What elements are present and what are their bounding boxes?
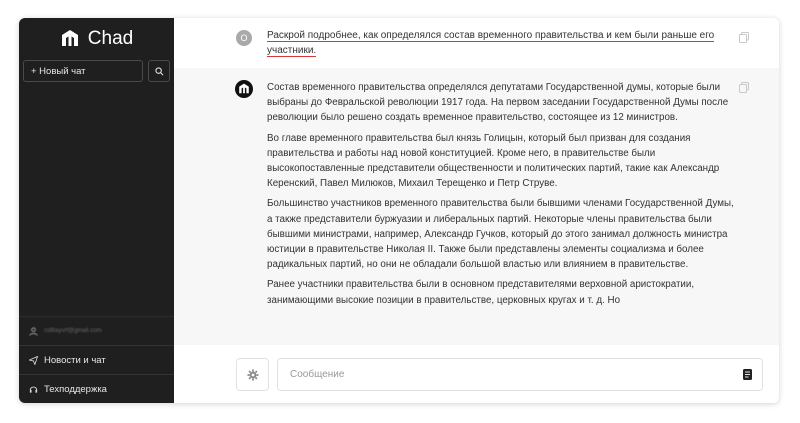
search-button[interactable]	[148, 60, 170, 82]
new-chat-label: + Новый чат	[31, 65, 86, 77]
search-icon	[154, 66, 163, 75]
logo-text: Chad	[87, 28, 134, 49]
news-link[interactable]: Новости и чат	[19, 345, 174, 374]
prompts-icon[interactable]	[743, 369, 752, 380]
assistant-avatar	[235, 80, 253, 98]
user-avatar: О	[236, 30, 252, 46]
support-icon	[29, 386, 38, 393]
composer: Сообщение	[236, 358, 763, 391]
copy-icon[interactable]	[739, 82, 749, 93]
account-email: cid8ayvrf@gmail.com	[44, 328, 102, 334]
support-link[interactable]: Техподдержка	[19, 374, 174, 403]
app-window: Chad + Новый чат cid8ayvrf@gmail.com Нов…	[19, 18, 779, 403]
account-row[interactable]: cid8ayvrf@gmail.com	[19, 316, 174, 345]
assistant-message: Состав временного правительства определя…	[174, 68, 779, 345]
paragraph: Во главе временного правительства был кн…	[267, 132, 720, 190]
gear-icon	[247, 369, 258, 380]
copy-icon[interactable]	[739, 32, 749, 43]
chat-area: О Раскрой подробнее, как определялся сос…	[174, 18, 779, 403]
sidebar-actions: + Новый чат	[19, 60, 174, 82]
assistant-message-text: Состав временного правительства определя…	[267, 80, 739, 308]
message-placeholder: Сообщение	[290, 369, 345, 380]
message-input[interactable]: Сообщение	[277, 358, 763, 391]
user-message-text: Раскрой подробнее, как определялся соста…	[267, 30, 715, 57]
support-label: Техподдержка	[44, 383, 107, 395]
chad-logo-icon	[61, 30, 78, 46]
logo[interactable]: Chad	[19, 18, 174, 60]
paragraph: Большинство участников временного правит…	[267, 198, 734, 271]
chad-logo-icon	[239, 83, 249, 94]
user-message: О Раскрой подробнее, как определялся сос…	[174, 18, 779, 68]
paragraph: Состав временного правительства определя…	[267, 82, 729, 124]
settings-button[interactable]	[236, 358, 269, 391]
new-chat-button[interactable]: + Новый чат	[23, 60, 143, 82]
sidebar-bottom: cid8ayvrf@gmail.com Новости и чат Техпод…	[19, 316, 174, 403]
news-label: Новости и чат	[44, 354, 106, 366]
send-icon	[29, 355, 38, 365]
paragraph: Ранее участники правительства были в осн…	[267, 279, 695, 306]
user-icon	[29, 326, 38, 336]
sidebar: Chad + Новый чат cid8ayvrf@gmail.com Нов…	[19, 18, 174, 403]
